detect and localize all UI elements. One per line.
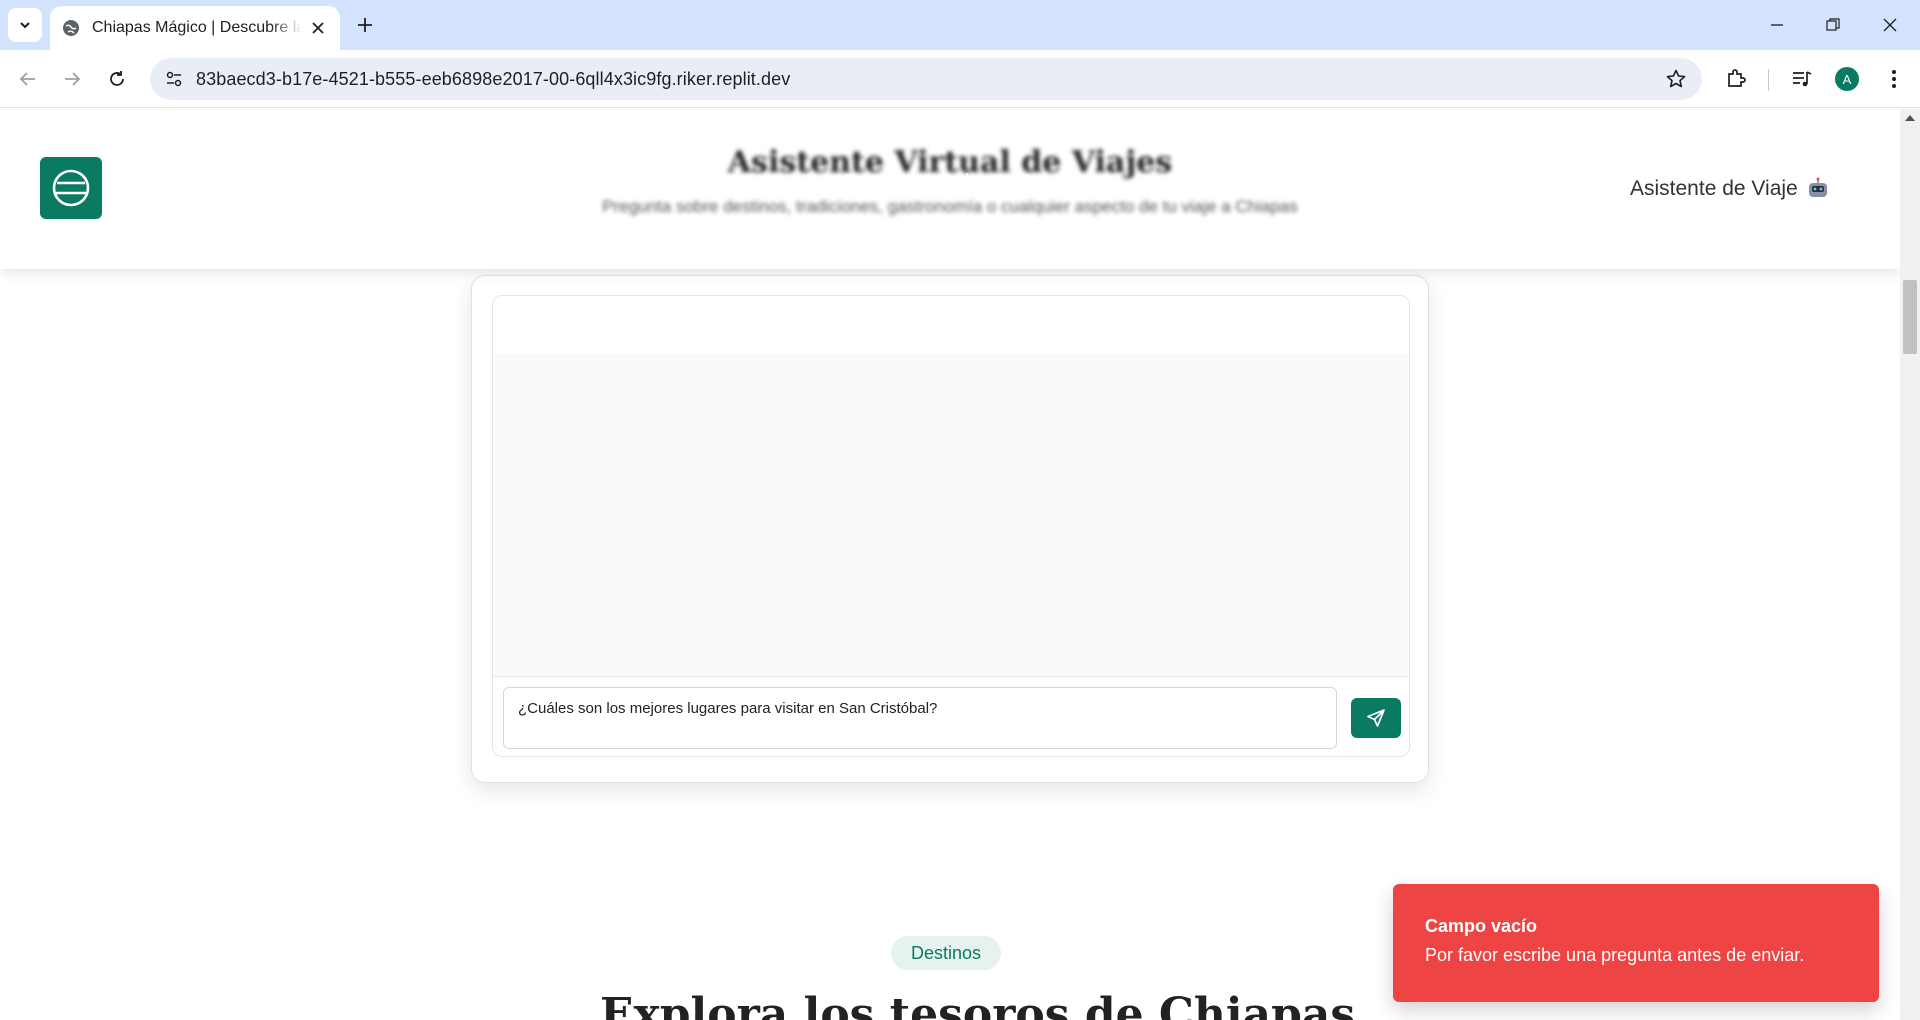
address-bar[interactable]: 83baecd3-b17e-4521-b555-eeb6898e2017-00-…	[150, 58, 1702, 100]
main-nav[interactable]: Destinos Cultura Na	[845, 171, 1043, 194]
site-header: Asistente Virtual de Viajes Pregunta sob…	[0, 109, 1900, 269]
toast-message: Por favor escribe una pregunta antes de …	[1425, 945, 1805, 965]
section-badge: Destinos	[891, 936, 1002, 970]
logo-icon	[52, 169, 90, 207]
plus-icon[interactable]	[353, 13, 377, 37]
minimize-icon[interactable]	[1762, 10, 1792, 40]
star-icon[interactable]	[1664, 67, 1688, 91]
chat-header	[493, 296, 1409, 354]
robot-icon	[1806, 177, 1830, 201]
chat-card: ¿Cuáles son los mejores lugares para vis…	[471, 275, 1429, 783]
browser-tab[interactable]: Chiapas Mágico | Descubre la magia de Ch…	[50, 6, 340, 50]
page-subtitle: Pregunta sobre destinos, tradiciones, ga…	[602, 197, 1298, 216]
chevron-down-icon	[20, 22, 30, 29]
scroll-up-arrow-icon[interactable]	[1905, 115, 1915, 121]
browser-toolbar: 83baecd3-b17e-4521-b555-eeb6898e2017-00-…	[0, 50, 1920, 108]
close-icon[interactable]	[308, 18, 328, 38]
site-info-icon[interactable]	[160, 65, 188, 93]
profile-avatar[interactable]: A	[1835, 67, 1859, 91]
reload-icon[interactable]	[101, 63, 133, 95]
scroll-thumb[interactable]	[1903, 280, 1917, 354]
error-toast[interactable]: Campo vacío Por favor escribe una pregun…	[1393, 884, 1879, 1002]
extensions-icon[interactable]	[1722, 65, 1750, 93]
chat-window: ¿Cuáles son los mejores lugares para vis…	[492, 295, 1410, 757]
restore-icon[interactable]	[1818, 10, 1848, 40]
globe-icon	[62, 19, 80, 37]
toast-title: Campo vacío	[1425, 916, 1538, 936]
tab-strip: Chiapas Mágico | Descubre la magia de Ch…	[0, 0, 1920, 50]
site-logo[interactable]	[40, 157, 102, 219]
send-button[interactable]	[1351, 698, 1401, 738]
back-icon[interactable]	[12, 63, 44, 95]
url-text: 83baecd3-b17e-4521-b555-eeb6898e2017-00-…	[196, 69, 791, 89]
forward-icon[interactable]	[56, 63, 88, 95]
window-close-icon[interactable]	[1875, 10, 1905, 40]
tab-search-button[interactable]	[8, 8, 42, 42]
chat-question-input[interactable]: ¿Cuáles son los mejores lugares para vis…	[503, 687, 1337, 749]
menu-icon[interactable]	[1880, 65, 1908, 93]
section-title: Explora los tesoros de Chiapas	[600, 989, 1356, 1020]
send-icon	[1367, 709, 1385, 727]
assistant-nav-link[interactable]: Asistente de Viaje	[1630, 177, 1830, 201]
media-icon[interactable]	[1788, 65, 1816, 93]
page-scrollbar[interactable]	[1900, 109, 1920, 1020]
chat-input-bar: ¿Cuáles son los mejores lugares para vis…	[493, 676, 1409, 756]
toolbar-separator	[1768, 69, 1769, 91]
assistant-link-label: Asistente de Viaje	[1630, 177, 1798, 200]
page-viewport: Asistente Virtual de Viajes Pregunta sob…	[0, 109, 1900, 1020]
tab-title: Chiapas Mágico | Descubre la magia de Ch…	[92, 19, 302, 36]
